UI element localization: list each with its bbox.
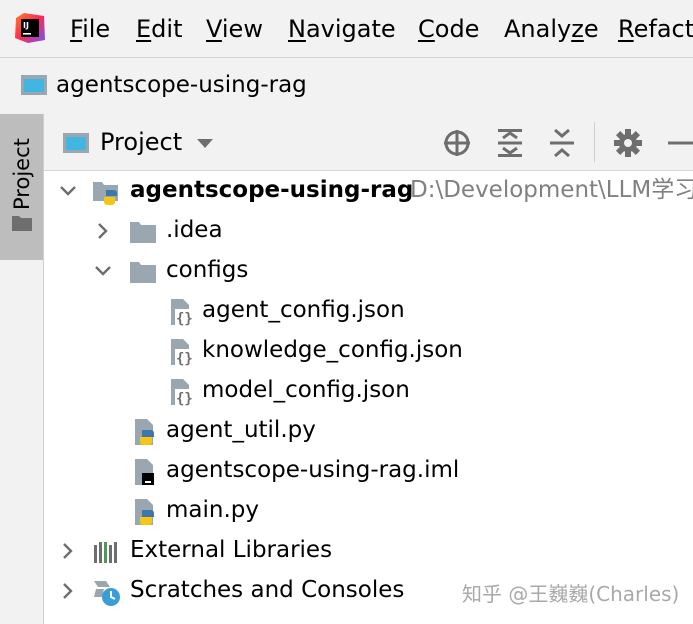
svg-text:IJ: IJ [23,21,29,30]
locate-icon[interactable] [440,126,474,160]
tree-label-external-libraries: External Libraries [130,537,333,563]
svg-text:{}: {} [176,311,193,327]
folder-icon [12,216,32,231]
project-stripe-label: Project [10,138,34,210]
module-file-icon [135,459,154,485]
root-project-name: agentscope-using-rag [130,177,414,203]
python-file-icon [135,419,154,445]
svg-text:{}: {} [176,351,193,367]
chevron-right-icon[interactable] [58,581,78,601]
tree-label-idea: .idea [166,217,223,243]
tree-label-knowledge-config: knowledge_config.json [202,337,463,363]
tree-row-agent-config[interactable]: {} agent_config.json [44,291,693,331]
tree-label-configs: configs [166,257,249,283]
folder-icon [130,222,156,243]
tree-row-knowledge-config[interactable]: {} knowledge_config.json [44,331,693,371]
tree-row-main[interactable]: main.py [44,491,693,531]
project-tool-window-header: Project [44,114,693,171]
tree-row-root[interactable]: agentscope-using-rag D:\Development\LLM学… [44,171,693,211]
tree-row-iml[interactable]: agentscope-using-rag.iml [44,451,693,491]
scratches-icon [94,581,120,606]
menu-code[interactable]: Code [418,14,479,44]
tree-row-configs[interactable]: configs [44,251,693,291]
collapse-all-icon[interactable] [545,126,579,160]
library-icon [94,542,117,563]
expand-all-icon[interactable] [493,126,527,160]
hide-icon[interactable] [664,126,693,160]
tree-label-main: main.py [166,497,259,523]
project-folder-icon [63,133,89,153]
menu-bar: IJ File Edit View Navigate Code Analyze … [0,0,693,57]
tree-label-iml: agentscope-using-rag.iml [166,457,460,483]
folder-icon [130,262,156,283]
chevron-down-icon[interactable] [196,138,214,150]
python-file-icon [135,499,154,525]
menu-file[interactable]: File [70,14,110,44]
menu-view[interactable]: View [206,14,263,44]
breadcrumb-project[interactable]: agentscope-using-rag [56,70,307,100]
tree-row-model-config[interactable]: {} model_config.json [44,371,693,411]
svg-text:{}: {} [176,391,193,407]
project-tree: agentscope-using-rag D:\Development\LLM学… [44,171,693,624]
project-folder-icon [21,75,47,95]
json-file-icon: {} [171,379,193,407]
json-file-icon: {} [171,339,193,367]
project-stripe-tab[interactable]: Project [0,114,43,260]
tree-row-idea[interactable]: .idea [44,211,693,251]
chevron-right-icon[interactable] [58,541,78,561]
intellij-logo-icon: IJ [15,13,45,43]
menu-edit[interactable]: Edit [136,14,182,44]
tree-label-agent-util: agent_util.py [166,417,316,443]
tree-label-scratches: Scratches and Consoles [130,577,405,603]
tree-label-agent-config: agent_config.json [202,297,405,323]
chevron-down-icon[interactable] [93,261,113,281]
chevron-right-icon[interactable] [93,221,113,241]
menu-refactor[interactable]: Refactor [618,14,693,44]
tree-row-agent-util[interactable]: agent_util.py [44,411,693,451]
python-module-folder-icon [93,182,118,205]
json-file-icon: {} [171,299,193,327]
menu-navigate[interactable]: Navigate [288,14,396,44]
view-selector-label[interactable]: Project [100,126,182,158]
gear-icon[interactable] [611,126,645,160]
chevron-down-icon[interactable] [58,181,78,201]
watermark-text: 知乎 @王巍巍(Charles) [462,582,680,606]
navigation-bar: agentscope-using-rag [0,57,693,115]
tree-label-model-config: model_config.json [202,377,410,403]
root-project-path: D:\Development\LLM学习 [410,177,693,203]
tree-row-external-libraries[interactable]: External Libraries [44,531,693,571]
toolbar-separator [594,122,595,162]
tool-window-stripe: Project [0,114,44,624]
menu-analyze[interactable]: Analyze [504,14,599,44]
